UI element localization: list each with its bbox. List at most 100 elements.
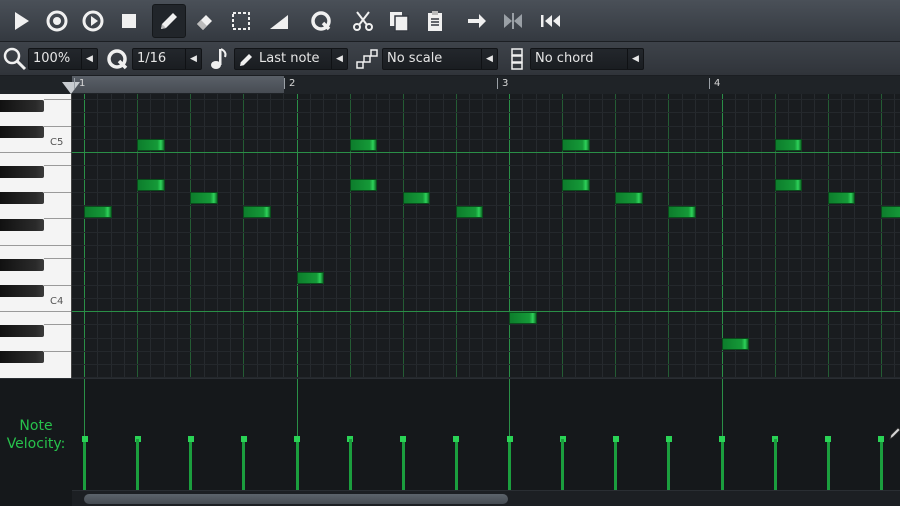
- velocity-stem[interactable]: [189, 439, 193, 490]
- note-block[interactable]: [562, 139, 590, 152]
- quantize-icon: [311, 11, 331, 31]
- velocity-handle[interactable]: [240, 436, 247, 442]
- black-key[interactable]: [0, 126, 44, 138]
- zoom-icon: [3, 47, 27, 71]
- note-block[interactable]: [349, 179, 378, 191]
- velocity-stem[interactable]: [667, 439, 671, 490]
- piano-keyboard[interactable]: C5 C4: [0, 94, 72, 378]
- black-key[interactable]: [0, 324, 44, 337]
- grid-line-vertical: [110, 94, 112, 378]
- note-block[interactable]: [137, 179, 165, 191]
- note-block[interactable]: [774, 179, 803, 191]
- cut-button[interactable]: [346, 4, 380, 38]
- note-block[interactable]: [349, 139, 378, 152]
- note-block[interactable]: [509, 311, 537, 324]
- note-block[interactable]: [721, 338, 750, 350]
- velocity-stem[interactable]: [454, 439, 458, 490]
- record-while-playing-button[interactable]: [76, 4, 110, 38]
- note-block[interactable]: [84, 205, 112, 218]
- loop-points-button[interactable]: [496, 4, 530, 38]
- grid-line-vertical: [230, 94, 232, 378]
- back-to-start-button[interactable]: [534, 4, 568, 38]
- note-block[interactable]: [562, 179, 590, 191]
- select-mode-button[interactable]: [224, 4, 258, 38]
- chord-select[interactable]: No chord ◀: [530, 48, 644, 70]
- velocity-handle[interactable]: [612, 436, 619, 442]
- record-button[interactable]: [40, 4, 74, 38]
- black-key[interactable]: [0, 165, 44, 178]
- note-block[interactable]: [668, 205, 696, 218]
- note-block[interactable]: [243, 205, 271, 218]
- stop-behaviour-button[interactable]: [460, 4, 494, 38]
- scrollbar-thumb[interactable]: [84, 494, 508, 504]
- velocity-stem[interactable]: [136, 439, 140, 490]
- timeline[interactable]: 1 2 3 4: [0, 76, 900, 94]
- grid-line-vertical: [655, 94, 657, 378]
- quantize-button[interactable]: [304, 4, 338, 38]
- grid-line-vertical: [469, 94, 471, 378]
- velocity-editor[interactable]: [72, 378, 900, 490]
- pitch-bend-mode-button[interactable]: [262, 4, 296, 38]
- chevron-left-icon: ◀: [481, 49, 497, 69]
- note-block[interactable]: [190, 192, 218, 205]
- velocity-handle[interactable]: [453, 436, 460, 442]
- velocity-stem[interactable]: [826, 439, 830, 490]
- velocity-handle[interactable]: [506, 436, 513, 442]
- velocity-stem[interactable]: [508, 439, 511, 490]
- erase-mode-button[interactable]: [188, 4, 222, 38]
- note-block[interactable]: [774, 139, 803, 152]
- velocity-stem[interactable]: [401, 439, 405, 490]
- pencil-cursor-icon: [889, 427, 900, 440]
- black-key[interactable]: [0, 99, 44, 112]
- velocity-stem[interactable]: [242, 439, 246, 490]
- note-block[interactable]: [880, 205, 900, 218]
- note-block[interactable]: [455, 205, 484, 218]
- grid-line-vertical: [588, 94, 590, 378]
- velocity-stem[interactable]: [773, 439, 777, 490]
- velocity-handle[interactable]: [81, 436, 88, 442]
- grid-line-vertical: [137, 94, 139, 378]
- note-length-select[interactable]: Last note ◀: [234, 48, 348, 70]
- velocity-stem[interactable]: [720, 439, 724, 490]
- velocity-handle[interactable]: [400, 436, 407, 442]
- velocity-handle[interactable]: [878, 436, 885, 442]
- quantize-select[interactable]: 1/16 ◀: [132, 48, 202, 70]
- note-length-value: Last note: [259, 51, 320, 66]
- black-key[interactable]: [0, 218, 44, 231]
- velocity-stem[interactable]: [879, 439, 883, 490]
- stop-button[interactable]: [112, 4, 146, 38]
- velocity-header: Note Velocity:: [0, 378, 72, 490]
- velocity-handle[interactable]: [719, 436, 725, 442]
- note-block[interactable]: [615, 192, 643, 205]
- black-key[interactable]: [0, 285, 44, 297]
- loop-range[interactable]: [72, 76, 284, 93]
- zoom-select[interactable]: 100% ◀: [28, 48, 98, 70]
- velocity-handle[interactable]: [825, 436, 832, 442]
- velocity-stem[interactable]: [295, 439, 299, 490]
- velocity-handle[interactable]: [187, 436, 194, 442]
- scale-select[interactable]: No scale ◀: [382, 48, 498, 70]
- black-key[interactable]: [0, 258, 44, 271]
- velocity-handle[interactable]: [294, 436, 300, 442]
- grid-line-vertical: [628, 94, 630, 378]
- velocity-stem[interactable]: [83, 439, 86, 490]
- black-key[interactable]: [0, 351, 44, 364]
- note-block[interactable]: [827, 192, 856, 205]
- velocity-handle[interactable]: [665, 436, 672, 442]
- grid-line-vertical: [801, 94, 803, 378]
- velocity-stem[interactable]: [348, 439, 352, 490]
- note-block[interactable]: [402, 192, 431, 205]
- velocity-stem[interactable]: [614, 439, 618, 490]
- paste-button[interactable]: [418, 4, 452, 38]
- velocity-stem[interactable]: [561, 439, 565, 490]
- copy-button[interactable]: [382, 4, 416, 38]
- note-block[interactable]: [296, 271, 325, 284]
- grid-line-vertical: [296, 94, 298, 378]
- horizontal-scrollbar[interactable]: [72, 490, 900, 506]
- note-grid[interactable]: [72, 94, 900, 378]
- play-button[interactable]: [4, 4, 38, 38]
- draw-mode-button[interactable]: [152, 4, 186, 38]
- grid-line-horizontal: [72, 125, 900, 127]
- black-key[interactable]: [0, 192, 44, 205]
- note-block[interactable]: [137, 139, 165, 152]
